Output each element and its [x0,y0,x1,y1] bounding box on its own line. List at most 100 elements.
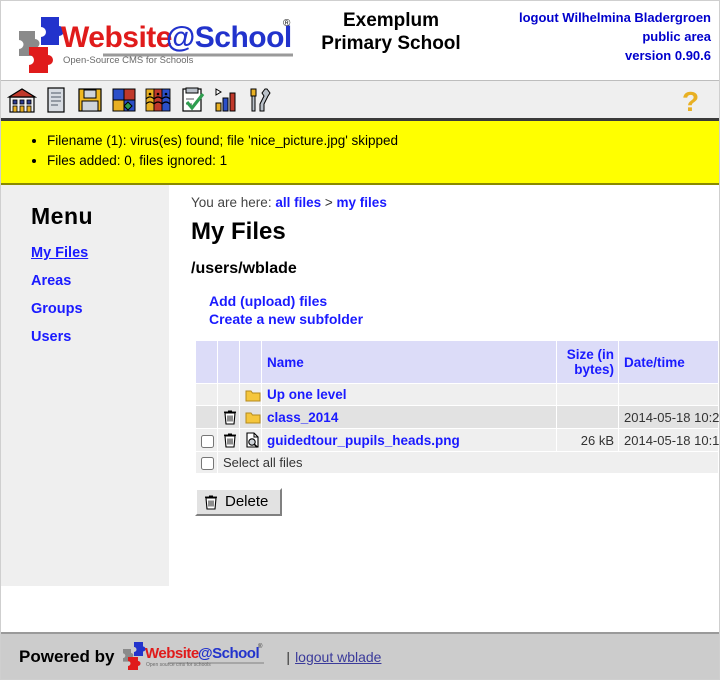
sidebar-item-areas[interactable]: Areas [31,273,71,289]
website-at-school-footer-logo-graphic: Website @School ® Open source cms for sc… [123,641,265,670]
file-link-guidedtour-pupils-heads[interactable]: guidedtour_pupils_heads.png [267,433,460,448]
footer-logo[interactable]: Website @School ® Open source cms for sc… [120,640,270,674]
row-delete-cell[interactable] [217,428,240,452]
row-name-cell: Up one level [261,383,557,406]
row-date-cell: 2014-05-18 10:21:06 [618,405,720,429]
puzzle-pieces-icon [19,17,64,73]
trash-icon [205,495,217,510]
list-item: My Files [31,244,169,262]
users-icon[interactable] [143,85,173,115]
select-all-row: Select all files [195,450,719,475]
page-body: Menu My Files Areas Groups Users You are… [1,185,719,586]
list-item: Users [31,328,169,346]
svg-text:Website: Website [61,21,172,54]
footer-logout-link[interactable]: logout wblade [295,649,381,665]
breadcrumb-link-my-files[interactable]: my files [337,195,387,210]
breadcrumb-link-all-files[interactable]: all files [275,195,321,210]
table-actions: Delete [195,488,719,517]
website-at-school-logo-graphic: Website @School ® Open-Source CMS for Sc… [19,17,293,73]
statistics-icon[interactable] [211,85,241,115]
select-all-checkbox[interactable] [201,457,214,471]
site-logo[interactable]: Website @School ® Open-Source CMS for Sc… [11,13,301,73]
breadcrumb: You are here: all files > my files [191,195,719,210]
row-name-cell: class_2014 [261,405,557,429]
trash-icon[interactable] [223,409,237,425]
sidebar-title: Menu [31,203,94,229]
folder-actions: Add (upload) files Create a new subfolde… [209,292,719,328]
row-delete-cell [217,383,240,406]
folder-link-up-one-level[interactable]: Up one level [267,387,347,402]
row-size-cell [556,383,619,406]
folder-link-class-2014[interactable]: class_2014 [267,410,338,425]
row-date-value: 2014-05-18 10:15:29 [624,432,720,448]
folder-icon [245,412,261,424]
row-size-cell [556,405,619,429]
svg-text:Website: Website [145,645,199,662]
select-all-checkbox-cell[interactable] [195,450,218,475]
list-item: Areas [31,272,169,290]
pages-icon[interactable] [41,85,71,115]
row-size-cell: 26 kB [556,428,619,452]
school-name: Exemplum Primary School [311,9,471,55]
breadcrumb-prefix: You are here: [191,195,272,210]
main-content: You are here: all files > my files My Fi… [169,185,720,586]
puzzle-pieces-icon [123,641,146,670]
school-name-line2: Primary School [321,33,461,54]
row-date-cell: 2014-05-18 10:15:29 [618,428,720,452]
school-name-line1: Exemplum [342,10,440,31]
alert-message-list: Filename (1): virus(es) found; file 'nic… [1,131,719,171]
add-upload-files-link[interactable]: Add (upload) files [209,292,719,310]
application-window: Website @School ® Open-Source CMS for Sc… [0,0,720,680]
row-icon-cell [239,383,262,406]
main-toolbar: ? [1,80,719,121]
table-row: class_2014 2014-05-18 10:21:06 [195,405,720,429]
sidebar-item-my-files[interactable]: My Files [31,245,88,261]
column-header-name[interactable]: Name [261,340,557,384]
file-table-body: Up one level class_2014 2014-05-18 10:2 … [195,383,720,475]
page-header: Website @School ® Open-Source CMS for Sc… [1,1,719,80]
tasks-icon[interactable] [177,85,207,115]
delete-button[interactable]: Delete [195,488,283,517]
select-all-label: Select all files [217,450,719,475]
row-delete-cell[interactable] [217,405,240,429]
row-icon-cell [239,405,262,429]
row-name-cell: guidedtour_pupils_heads.png [261,428,557,452]
footer-separator: | [286,648,291,665]
row-icon-cell[interactable] [239,428,262,452]
tools-icon[interactable] [245,85,275,115]
list-item: Groups [31,300,169,318]
sidebar-item-users[interactable]: Users [31,329,71,345]
header-user-info: logout Wilhelmina Bladergroen public are… [519,8,711,65]
sidebar-item-groups[interactable]: Groups [31,301,83,317]
column-header-delete [217,340,240,384]
delete-button-label: Delete [225,493,269,511]
header-version-label: version 0.90.6 [625,48,711,63]
column-header-date[interactable]: Date/time [618,340,719,384]
column-header-size[interactable]: Size (in bytes) [556,340,619,384]
help-icon[interactable]: ? [679,86,705,116]
header-area-label: public area [642,29,711,44]
row-date-value: 2014-05-18 10:21:06 [624,409,720,425]
row-checkbox-cell [195,405,218,429]
svg-text:Open source cms for schools: Open source cms for schools [146,662,211,668]
file-select-checkbox[interactable] [201,434,214,448]
column-header-checkbox [195,340,218,384]
file-table-container: Name Size (in bytes) Date/time Up one le… [195,340,720,475]
file-preview-icon[interactable] [245,432,260,448]
svg-text:Open-Source CMS for Schools: Open-Source CMS for Schools [63,55,194,66]
header-logout-link[interactable]: logout Wilhelmina Bladergroen [519,10,711,25]
row-checkbox-cell[interactable] [195,428,218,452]
school-icon[interactable] [7,85,37,115]
file-table-header: Name Size (in bytes) Date/time [195,340,719,384]
create-subfolder-link[interactable]: Create a new subfolder [209,310,719,328]
current-path: /users/wblade [191,260,297,277]
svg-text:®: ® [258,643,263,650]
folder-icon [245,390,261,401]
save-icon[interactable] [75,85,105,115]
trash-icon[interactable] [223,432,237,448]
modules-icon[interactable] [109,85,139,115]
powered-by-label: Powered by [19,646,115,666]
file-table: Name Size (in bytes) Date/time Up one le… [195,340,720,475]
svg-text:?: ? [682,86,699,116]
sidebar: Menu My Files Areas Groups Users [1,185,169,586]
